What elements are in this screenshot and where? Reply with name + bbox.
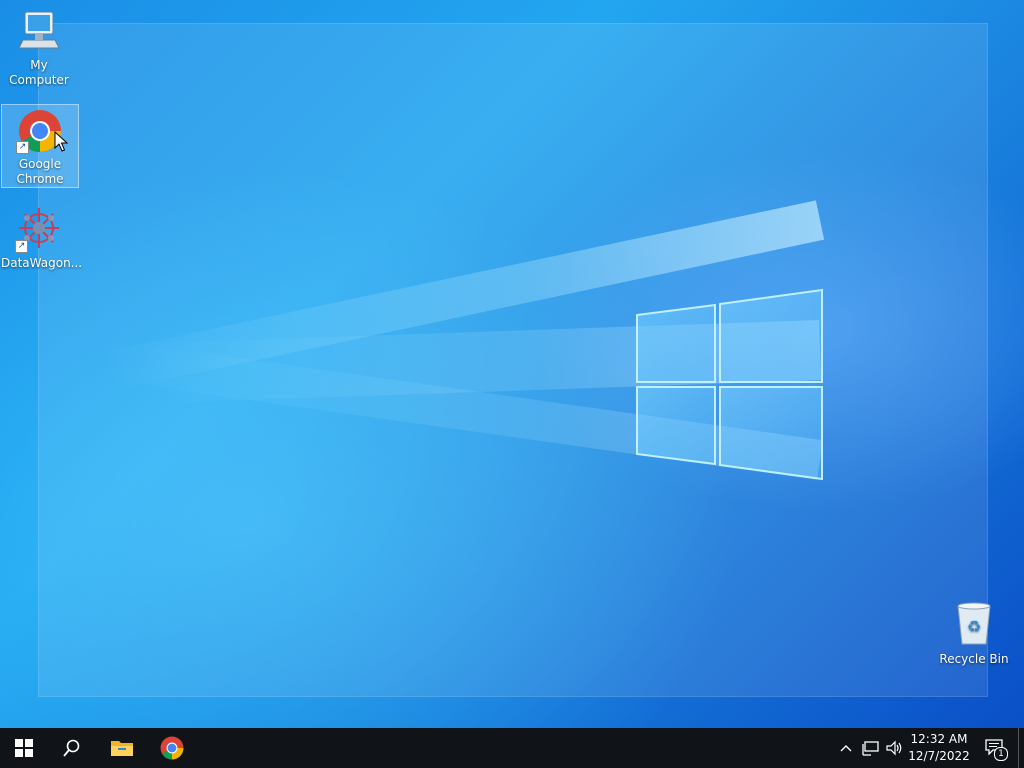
desktop-icon-my-computer[interactable]: My Computer — [1, 8, 77, 88]
desktop-icon-recycle-bin[interactable]: ♻ Recycle Bin — [936, 600, 1012, 667]
shortcut-arrow-icon: ↗ — [16, 141, 29, 154]
desktop-icon-label: DataWagon... — [1, 256, 83, 270]
chevron-up-icon — [840, 745, 852, 752]
network-icon — [862, 741, 879, 756]
computer-icon — [18, 11, 60, 49]
action-center-button[interactable]: 1 — [980, 728, 1010, 768]
shortcut-arrow-icon: ↗ — [15, 240, 28, 253]
windows-start-icon — [15, 739, 33, 757]
file-explorer-button[interactable] — [98, 728, 146, 768]
start-button[interactable] — [0, 728, 48, 768]
chrome-icon — [160, 736, 184, 760]
notification-count-badge: 1 — [994, 747, 1008, 761]
mouse-cursor-icon — [54, 131, 68, 152]
desktop-icon-label: Google Chrome — [2, 157, 78, 187]
show-desktop-button[interactable] — [1018, 728, 1024, 768]
recycle-bin-icon: ♻ — [957, 602, 991, 645]
svg-text:♻: ♻ — [967, 617, 981, 636]
taskbar: 12:32 AM 12/7/2022 1 — [0, 728, 1024, 768]
desktop-icon-label: My Computer — [9, 58, 69, 87]
search-button[interactable] — [48, 728, 96, 768]
network-button[interactable] — [860, 728, 882, 768]
desktop-icon-datawagon[interactable]: ↗ DataWagon... — [1, 204, 83, 271]
desktop-icon-label: Recycle Bin — [939, 652, 1009, 666]
label-line: Chrome — [16, 172, 64, 186]
clock[interactable]: 12:32 AM 12/7/2022 — [900, 731, 978, 765]
selection-overlay — [38, 23, 988, 697]
show-hidden-icons-button[interactable] — [836, 728, 856, 768]
clock-date: 12/7/2022 — [908, 749, 970, 763]
windows-logo-wallpaper — [636, 288, 823, 481]
label-line: Google — [18, 157, 62, 171]
search-icon — [63, 739, 80, 757]
chrome-taskbar-button[interactable] — [148, 728, 196, 768]
folder-icon — [111, 741, 133, 756]
clock-time: 12:32 AM — [910, 732, 968, 746]
desktop-background[interactable]: My Computer ↗ Google Chrome ↗ DataWagon.… — [0, 0, 1024, 728]
